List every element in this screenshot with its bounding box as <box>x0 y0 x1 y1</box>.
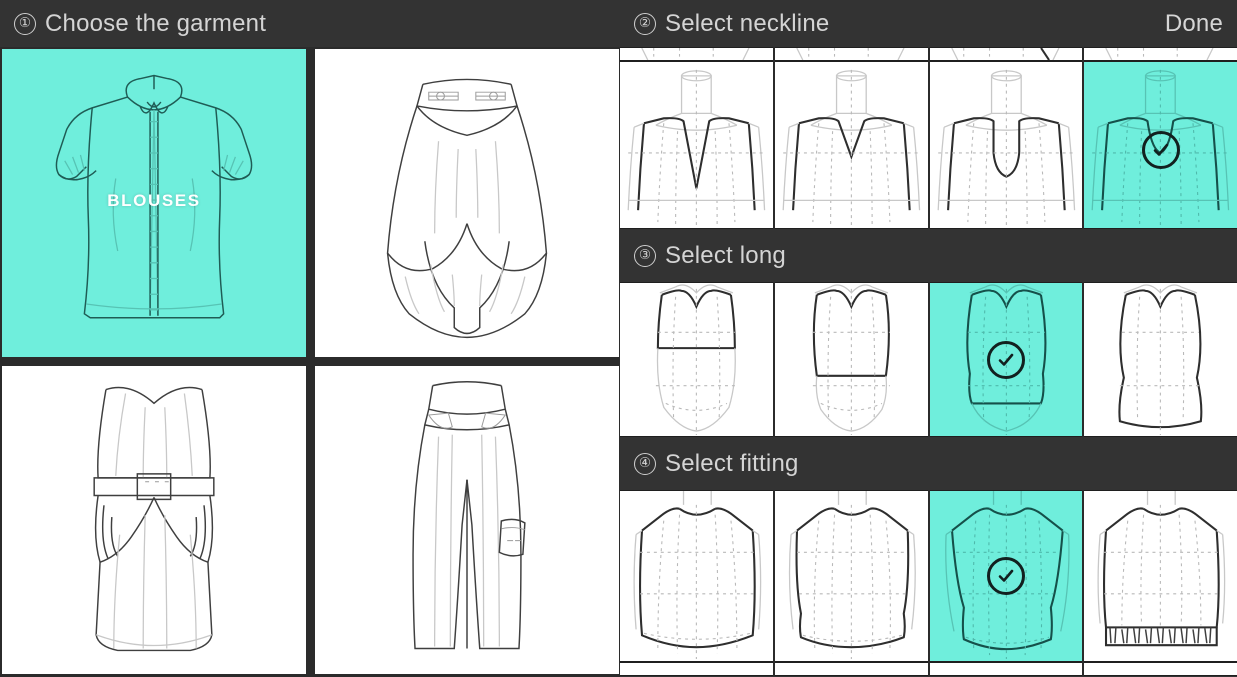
neckline-option-v[interactable] <box>774 61 928 229</box>
long-option-hip[interactable] <box>929 282 1083 437</box>
fitting-option-semi[interactable] <box>774 490 928 662</box>
neckline-option-previous[interactable] <box>620 47 773 61</box>
section-title: Select long <box>665 241 786 269</box>
garment-tile-skirt[interactable] <box>314 48 620 358</box>
garment-tile-blouse[interactable]: BLOUSES <box>1 48 307 358</box>
garment-panel-header: ① Choose the garment <box>0 0 620 47</box>
section-header-long: ③ Select long <box>620 229 1237 282</box>
semi-fitting-illustration <box>788 491 916 660</box>
long-option-extended[interactable] <box>1084 282 1237 437</box>
cropped-length-illustration <box>655 284 737 436</box>
fitting-options-row <box>620 490 1237 662</box>
step-number-badge: ② <box>634 12 656 35</box>
dress-illustration <box>93 386 215 652</box>
section-header-fitting: ④ Select fitting <box>620 437 1237 490</box>
section-header-neckline: ② Select neckline Done <box>620 0 1237 47</box>
neckline-option-sweetheart[interactable] <box>929 61 1083 229</box>
v-neckline-illustration <box>782 69 920 228</box>
neckline-option-previous[interactable] <box>929 47 1083 61</box>
trousers-illustration <box>412 381 526 650</box>
garment-tile-trousers[interactable] <box>314 365 620 675</box>
long-option-waist[interactable] <box>774 282 928 437</box>
extended-length-illustration <box>1118 284 1203 436</box>
done-button[interactable]: Done <box>1165 10 1223 38</box>
neckline-options-row-previous <box>620 47 1237 61</box>
fitting-option-next[interactable] <box>774 662 928 676</box>
fitting-option-next[interactable] <box>1084 662 1237 676</box>
fitting-option-gathered[interactable] <box>1084 490 1237 662</box>
neckline-option-deep-v[interactable] <box>620 61 773 229</box>
garment-grid: BLOUSES <box>0 47 620 677</box>
hip-length-illustration <box>965 284 1046 436</box>
fitting-options-row-next <box>620 662 1237 676</box>
gathered-fitting-illustration <box>1097 491 1226 647</box>
garment-panel: ① Choose the garment BLOUSES <box>0 0 620 677</box>
neckline-option-previous[interactable] <box>1084 47 1237 61</box>
page-title: Choose the garment <box>45 9 267 37</box>
tapered-fitting-illustration <box>944 491 1070 660</box>
fitting-option-straight[interactable] <box>620 490 773 662</box>
step-number-badge: ③ <box>634 244 656 267</box>
skirt-illustration <box>386 78 548 339</box>
scoop-neckline-illustration <box>1091 69 1230 228</box>
neckline-option-scoop[interactable] <box>1084 61 1237 229</box>
fitting-option-tapered[interactable] <box>929 490 1083 662</box>
blouse-illustration <box>55 74 253 319</box>
neckline-options-row <box>620 61 1237 229</box>
long-options-row <box>620 282 1237 437</box>
step-number-badge: ④ <box>634 452 656 475</box>
garment-designer-app: ① Choose the garment BLOUSES ② Select ne… <box>0 0 1237 677</box>
waist-length-illustration <box>812 284 890 436</box>
deep-v-neckline-illustration <box>627 69 766 228</box>
section-title: Select neckline <box>665 9 830 37</box>
options-panel: ② Select neckline Done ③ Select long ④ S… <box>620 0 1237 677</box>
neckline-option-previous[interactable] <box>774 47 928 61</box>
sweetheart-neckline-illustration <box>937 69 1075 228</box>
straight-fitting-illustration <box>633 491 762 660</box>
long-option-cropped[interactable] <box>620 282 773 437</box>
fitting-option-next[interactable] <box>620 662 773 676</box>
garment-tile-dress[interactable] <box>1 365 307 675</box>
section-title: Select fitting <box>665 449 799 477</box>
step-number-badge: ① <box>14 12 36 35</box>
fitting-option-next[interactable] <box>929 662 1083 676</box>
